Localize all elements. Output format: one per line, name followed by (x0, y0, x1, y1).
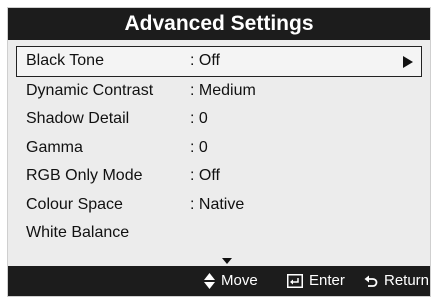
return-arrow-icon (364, 275, 378, 287)
menu-item-label: Shadow Detail (26, 110, 130, 127)
menu-item-colour-space[interactable]: Colour Space : Native (16, 191, 422, 220)
menu-item-gamma[interactable]: Gamma : 0 (16, 134, 422, 163)
menu-item-value: : 0 (190, 110, 208, 127)
settings-list: Black Tone : Off Dynamic Contrast : Medi… (8, 46, 430, 248)
menu-item-label: Black Tone (26, 52, 104, 69)
panel-title: Advanced Settings (8, 8, 430, 40)
menu-item-label: White Balance (26, 224, 130, 241)
menu-item-value: : Medium (190, 81, 256, 99)
enter-label: Enter (309, 272, 345, 289)
footer-hints: Move Enter Return (8, 266, 430, 296)
menu-item-value: : 0 (190, 138, 208, 156)
settings-panel: Advanced Settings Black Tone : Off Dynam… (8, 8, 430, 296)
submenu-arrow-icon (403, 56, 413, 68)
menu-item-value: : Native (190, 195, 245, 213)
enter-key-icon (287, 274, 303, 289)
move-label: Move (221, 272, 258, 289)
move-hint: Move (204, 266, 258, 296)
menu-item-white-balance[interactable]: White Balance (16, 219, 422, 248)
menu-item-value: : Off (190, 167, 220, 184)
menu-item-dynamic-contrast[interactable]: Dynamic Contrast : Medium (16, 77, 422, 106)
scroll-down-indicator-icon[interactable] (222, 258, 232, 264)
menu-item-value: : Off (190, 52, 220, 69)
return-hint: Return (364, 266, 429, 296)
menu-item-shadow-detail[interactable]: Shadow Detail : 0 (16, 105, 422, 134)
menu-item-rgb-only-mode[interactable]: RGB Only Mode : Off (16, 162, 422, 191)
up-down-arrows-icon (204, 273, 215, 290)
return-label: Return (384, 272, 430, 289)
menu-item-label: Dynamic Contrast (26, 81, 154, 99)
menu-item-black-tone[interactable]: Black Tone : Off (16, 46, 422, 77)
menu-item-label: Gamma (26, 138, 83, 156)
menu-item-label: Colour Space (26, 195, 123, 213)
menu-item-label: RGB Only Mode (26, 167, 143, 184)
enter-hint: Enter (287, 266, 345, 296)
